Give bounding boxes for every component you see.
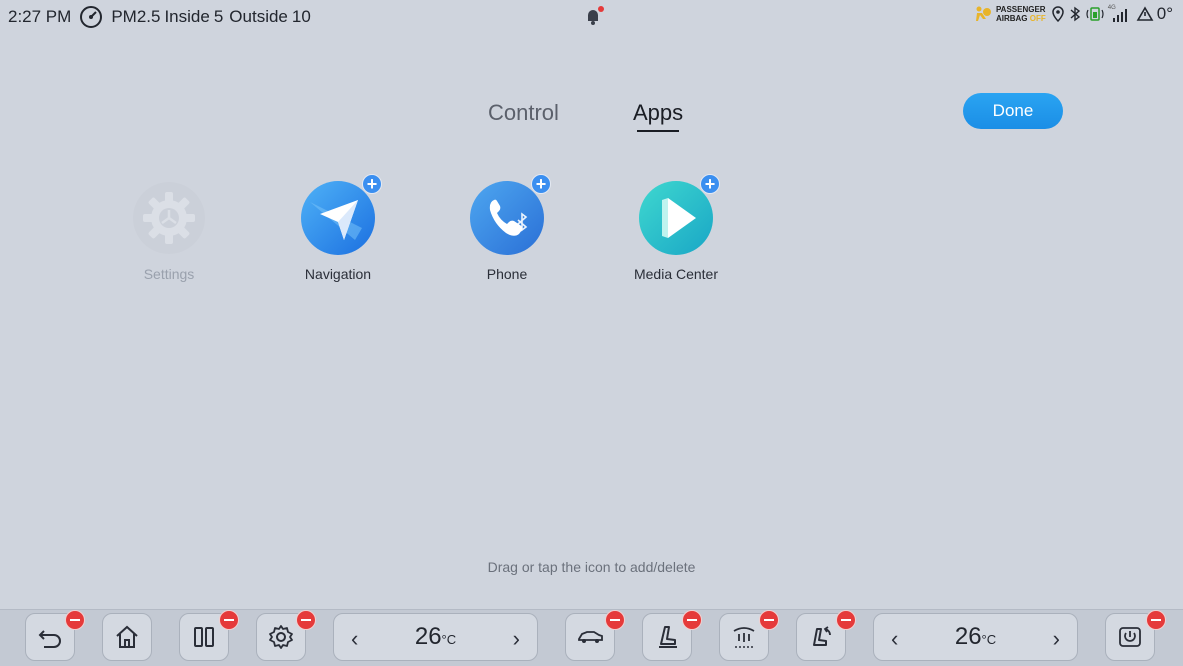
app-media-center[interactable]: + Media Center: [601, 174, 751, 282]
right-temp-unit: °C: [981, 632, 997, 647]
tab-control[interactable]: Control: [488, 100, 559, 126]
split-screen-icon: [194, 627, 214, 647]
add-app-button[interactable]: +: [362, 174, 382, 194]
passenger-airbag-status: PASSENGER AIRBAG OFF: [996, 5, 1046, 23]
windshield-defrost-icon: [733, 627, 755, 648]
app-icon-wrap: +: [300, 174, 382, 256]
home-icon: [116, 625, 138, 648]
remove-shortcut-button[interactable]: [605, 610, 625, 630]
power-icon: [1119, 627, 1141, 647]
settings-icon: [133, 182, 205, 254]
remove-shortcut-button[interactable]: [219, 610, 239, 630]
remove-shortcut-button[interactable]: [682, 610, 702, 630]
remove-shortcut-button[interactable]: [759, 610, 779, 630]
seat-heat-icon: [659, 626, 677, 648]
app-label: Settings: [143, 266, 195, 282]
left-temperature-control: ‹ 26°C ›: [333, 613, 538, 661]
cellular-signal-icon: 4G: [1108, 5, 1130, 22]
right-temp-value: 26: [954, 623, 982, 650]
remove-shortcut-button[interactable]: [65, 610, 85, 630]
bluetooth-icon: [1070, 6, 1080, 22]
right-temp-increase-button[interactable]: ›: [1053, 626, 1060, 652]
app-label: Phone: [486, 266, 528, 282]
left-temp-increase-button[interactable]: ›: [513, 626, 520, 652]
edit-hint: Drag or tap the icon to add/delete: [487, 559, 696, 575]
app-icon-wrap: +: [469, 174, 551, 256]
settings-icon: [269, 625, 293, 649]
app-settings[interactable]: Settings: [94, 180, 244, 282]
tab-apps[interactable]: Apps: [633, 100, 683, 126]
inside-label: Inside: [164, 7, 210, 26]
location-icon: [1051, 6, 1064, 22]
status-left: 2:27 PM PM2.5 Inside 5 Outside 10: [8, 5, 311, 29]
remove-shortcut-button[interactable]: [836, 610, 856, 630]
active-tab-indicator: [637, 130, 679, 132]
pm25-label: PM2.5: [111, 7, 161, 26]
car-icon: [578, 631, 603, 643]
app-icon-wrap: [131, 180, 207, 256]
inside-value: 5: [213, 7, 224, 26]
left-temp-decrease-button[interactable]: ‹: [351, 626, 358, 652]
outside-value: 10: [291, 7, 311, 26]
clock: 2:27 PM: [8, 7, 72, 26]
phone-battery-icon: [1086, 7, 1104, 21]
right-temperature: 26°C: [955, 623, 996, 651]
outside-label: Outside: [229, 7, 288, 26]
dock-home-button[interactable]: [102, 613, 152, 661]
app-label: Navigation: [304, 266, 372, 282]
left-temp-value: 26: [414, 623, 442, 650]
right-temp-decrease-button[interactable]: ‹: [891, 626, 898, 652]
air-quality-gauge-icon: [80, 6, 103, 28]
remove-shortcut-button[interactable]: [1146, 610, 1166, 630]
app-phone[interactable]: + Phone: [432, 174, 582, 282]
add-app-button[interactable]: +: [700, 174, 720, 194]
left-temp-unit: °C: [441, 632, 457, 647]
app-label: Media Center: [633, 266, 719, 282]
back-icon: [38, 630, 61, 648]
app-icon-wrap: +: [638, 174, 720, 256]
right-temperature-control: ‹ 26°C ›: [873, 613, 1078, 661]
airbag-line1: PASSENGER: [995, 5, 1046, 14]
seat-ventilation-icon: [813, 626, 831, 646]
notification-bell-icon[interactable]: [582, 5, 604, 27]
airbag-line3: OFF: [1029, 14, 1046, 23]
done-button[interactable]: Done: [963, 93, 1063, 129]
app-navigation[interactable]: + Navigation: [263, 174, 413, 282]
airbag-line2: AIRBAG: [995, 14, 1028, 23]
airbag-off-icon: [975, 6, 991, 21]
add-app-button[interactable]: +: [531, 174, 551, 194]
status-bar: 2:27 PM PM2.5 Inside 5 Outside 10 PASSEN…: [0, 0, 1183, 32]
left-temperature: 26°C: [415, 623, 456, 651]
warning-triangle-icon: [1136, 6, 1154, 21]
status-right: PASSENGER AIRBAG OFF 4G 0°: [974, 4, 1173, 24]
remove-shortcut-button[interactable]: [296, 610, 316, 630]
outside-temperature: 0°: [1156, 4, 1173, 23]
